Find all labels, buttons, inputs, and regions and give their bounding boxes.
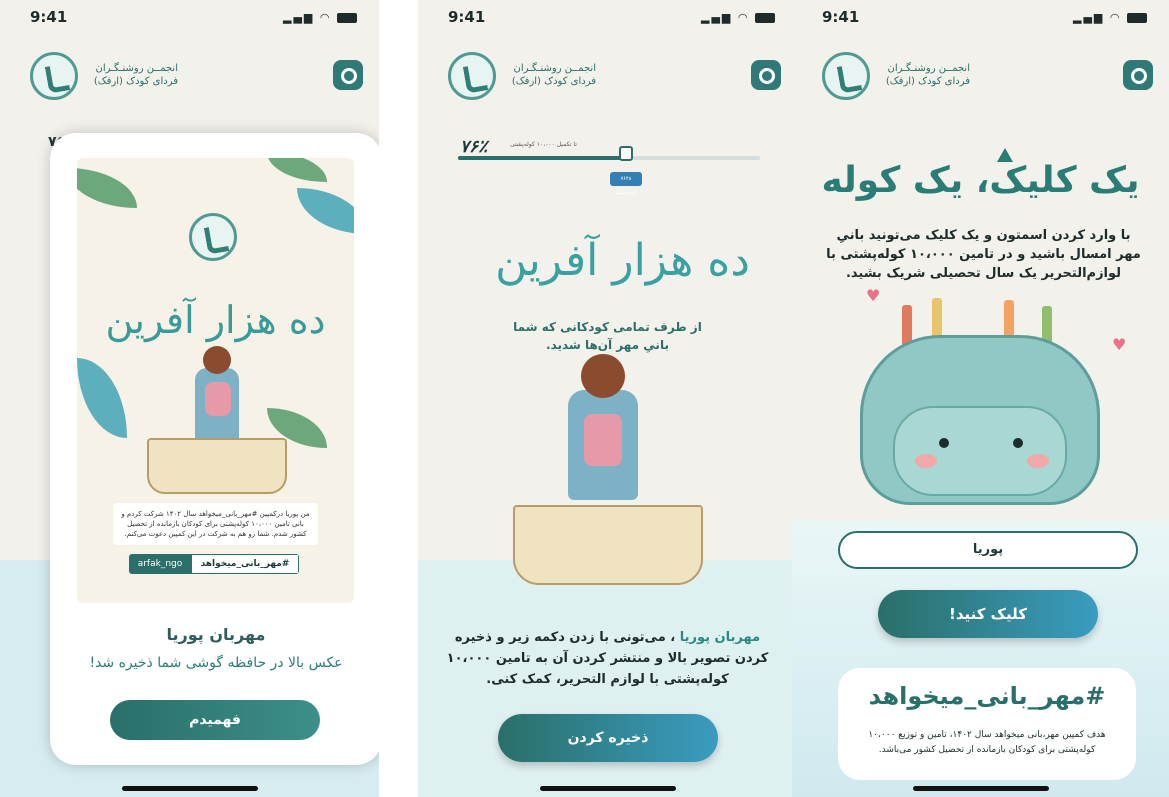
status-time: 9:41: [448, 8, 486, 26]
backpack-pocket: [893, 406, 1067, 496]
home-indicator: [912, 786, 1049, 791]
poster-tag-strip: arfak_ngo #مهر_بانی_میخواهد: [129, 554, 299, 574]
instagram-icon[interactable]: [333, 60, 363, 90]
campaign-description: هدف کمپین مهر،بانی میخواهد سال ۱۴۰۲، تام…: [868, 730, 1106, 755]
click-button[interactable]: کلیک کنید!: [878, 590, 1098, 638]
status-icons: ▂▄▆ ◠: [701, 11, 775, 24]
status-icons: ▂▄▆ ◠: [283, 11, 357, 24]
screen-save-poster: 9:41 ▂▄▆ ◠ انجمــن روشنـگـران فردای کودک…: [418, 0, 797, 797]
save-button[interactable]: ذخیره کردن: [498, 714, 718, 762]
poster-logo-icon: [189, 213, 237, 261]
poster-subtitle: از طرف تمامی کودکانی که شما بانیِ مهر آن…: [513, 320, 702, 352]
share-poster-image: ده هزار آفرین من پوریا درکمپین #مهر_بانی…: [77, 158, 354, 603]
progress-track: [458, 156, 760, 160]
card-saved-message: عکس بالا در حافظه گوشی شما ذخیره شد!: [89, 655, 343, 671]
leaf-decoration: [297, 188, 354, 234]
saved-modal-card: ده هزار آفرین من پوریا درکمپین #مهر_بانی…: [50, 133, 379, 765]
campaign-info-card: #مهر_بانی_میخواهد هدف کمپین مهر،بانی میخ…: [838, 668, 1136, 780]
battery-icon: [1127, 13, 1147, 23]
leaf-decoration: [267, 158, 327, 182]
org-name: انجمــن روشنـگـران فردای کودک (ارفک): [878, 62, 970, 88]
status-bar: 9:41 ▂▄▆ ◠: [792, 8, 1169, 32]
progress-caption: تا تکمیل ۱۰،۰۰۰ کوله‌پشتی: [510, 141, 577, 148]
backpack-illustration: [860, 335, 1100, 505]
org-name-line1: انجمــن روشنـگـران: [95, 63, 178, 74]
arfak-logo-icon: [448, 52, 496, 100]
arfak-logo-icon: [822, 52, 870, 100]
milestone-gift-icon: [619, 146, 633, 161]
page-subtitle: با وارد کردن اسمتون و یک کلیک می‌تونید ب…: [826, 228, 1141, 281]
card-greeting-name: مهربان پوریا: [166, 625, 266, 644]
screen-one-click: 9:41 ▂▄▆ ◠ انجمــن روشنـگـران فردای کودک…: [792, 0, 1169, 797]
org-name-line2: فردای کودک (ارفک): [511, 76, 596, 87]
poster-hashtag: #مهر_بانی_میخواهد: [191, 554, 299, 574]
org-name-line2: فردای کودک (ارفک): [93, 76, 178, 87]
app-header: انجمــن روشنـگـران فردای کودک (ارفک): [792, 52, 1169, 104]
battery-icon: [337, 13, 357, 23]
leaf-decoration: [77, 168, 137, 208]
campaign-hashtag: #مهر_بانی_میخواهد: [868, 682, 1106, 710]
progress-percent: ۷۶٪: [460, 137, 488, 157]
progress-fill: [458, 156, 625, 160]
battery-icon: [755, 13, 775, 23]
leaf-decoration: [77, 358, 127, 438]
org-name-line1: انجمــن روشنـگـران: [887, 63, 970, 74]
name-field[interactable]: پوریا: [838, 531, 1138, 569]
child-illustration: [195, 346, 239, 442]
open-book-illustration: [513, 505, 703, 585]
app-header: انجمــن روشنـگـران فردای کودک (ارفک): [0, 52, 379, 104]
share-instruction-name: مهربان پوریا: [679, 630, 761, 645]
org-name-line1: انجمــن روشنـگـران: [513, 63, 596, 74]
heart-icon: ♥: [1112, 335, 1127, 354]
heart-icon: ♥: [866, 286, 881, 305]
eye-icon: [1013, 438, 1023, 448]
org-name: انجمــن روشنـگـران فردای کودک (ارفک): [86, 62, 178, 88]
status-icons: ▂▄▆ ◠: [1073, 11, 1147, 24]
share-instruction: مهربان پوریا ، می‌تونی با زدن دکمه زیر و…: [438, 627, 777, 690]
child-illustration: [568, 354, 638, 500]
cheek-icon: [1027, 454, 1049, 468]
home-indicator: [539, 786, 676, 791]
backpack-icon: [205, 382, 231, 416]
eye-icon: [939, 438, 949, 448]
poster-message: من پوریا درکمپین #مهر_بانی_میخواهد سال ۱…: [113, 503, 318, 545]
org-name-line2: فردای کودک (ارفک): [885, 76, 970, 87]
poster-title: ده هزار آفرین: [105, 298, 326, 342]
status-bar: 9:41 ▂▄▆ ◠: [418, 8, 797, 32]
instagram-icon[interactable]: [751, 60, 781, 90]
status-bar: 9:41 ▂▄▆ ◠: [0, 8, 379, 32]
home-indicator: [121, 786, 258, 791]
instagram-icon[interactable]: [1123, 60, 1153, 90]
poster-instagram-handle: arfak_ngo: [129, 554, 191, 574]
cheek-icon: [915, 454, 937, 468]
page-title: یک کلیک، یک کوله: [792, 148, 1169, 201]
screen-saved-confirmation: 9:41 ▂▄▆ ◠ انجمــن روشنـگـران فردای کودک…: [0, 0, 379, 797]
poster-title: ده هزار آفرین: [495, 235, 750, 286]
status-time: 9:41: [30, 8, 68, 26]
status-time: 9:41: [822, 8, 860, 26]
understood-button[interactable]: فهمیدم: [110, 700, 320, 740]
open-book-illustration: [147, 438, 287, 494]
backpack-icon: [584, 414, 622, 466]
org-name: انجمــن روشنـگـران فردای کودک (ارفک): [504, 62, 596, 88]
app-header: انجمــن روشنـگـران فردای کودک (ارفک): [418, 52, 797, 104]
milestone-tooltip: ۷۶۴۸ کوله‌پشتی: [610, 172, 642, 196]
arfak-logo-icon: [30, 52, 78, 100]
